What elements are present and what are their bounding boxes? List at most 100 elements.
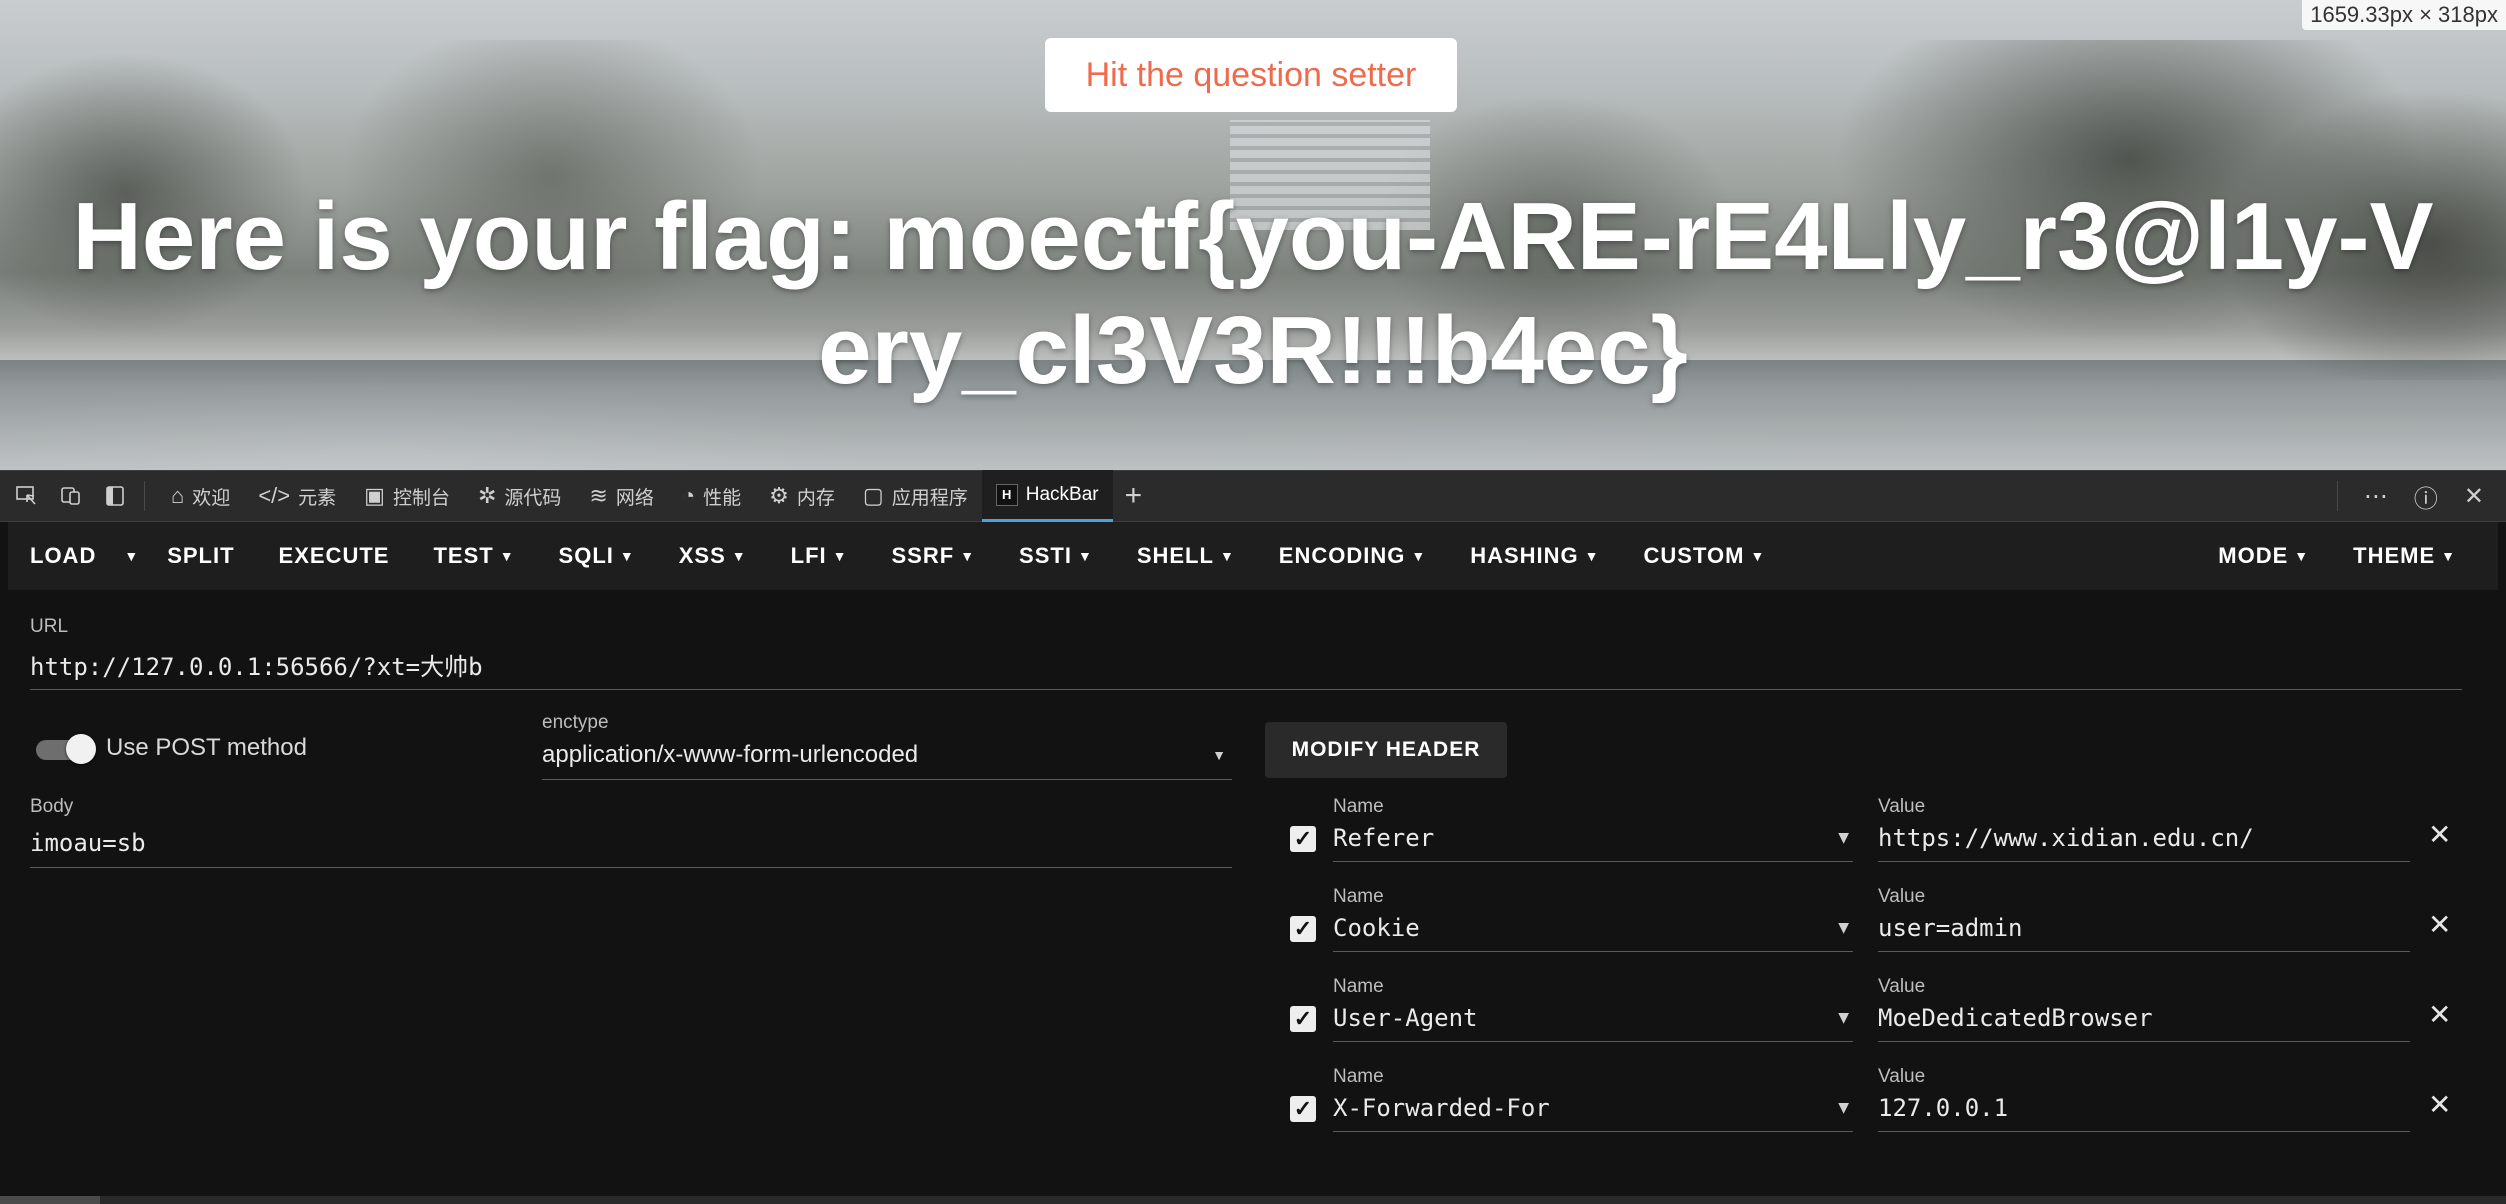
gauge-icon: ◔ bbox=[681, 483, 696, 508]
header-enabled-checkbox[interactable]: ✓ bbox=[1290, 1096, 1316, 1122]
tab-welcome[interactable]: ⌂ 欢迎 bbox=[157, 470, 244, 522]
menu-execute[interactable]: EXECUTE bbox=[257, 522, 412, 590]
modify-header-button[interactable]: MODIFY HEADER bbox=[1265, 722, 1507, 778]
caret-down-icon: ▼ bbox=[1212, 746, 1226, 763]
tab-performance[interactable]: ◔ 性能 bbox=[668, 470, 755, 522]
remove-header-icon[interactable]: ✕ bbox=[2428, 818, 2451, 851]
header-value-input[interactable]: https://www.xidian.edu.cn/ bbox=[1878, 820, 2410, 862]
tab-console[interactable]: ▣ 控制台 bbox=[350, 470, 464, 522]
menu-right-group: MODE ▼ THEME ▼ bbox=[2196, 522, 2498, 590]
help-icon[interactable]: ⓘ bbox=[2414, 479, 2438, 514]
menu-custom[interactable]: CUSTOM ▼ bbox=[1622, 522, 1788, 590]
menu-test[interactable]: TEST ▼ bbox=[411, 522, 536, 590]
horizontal-scrollbar[interactable] bbox=[0, 1196, 2506, 1204]
menu-xss[interactable]: XSS ▼ bbox=[657, 522, 769, 590]
header-name-label: Name bbox=[1333, 1066, 1384, 1087]
hit-question-setter-button[interactable]: Hit the question setter bbox=[1045, 38, 1457, 112]
load-dropdown-toggle[interactable]: ▼ bbox=[118, 522, 145, 590]
caret-down-icon: ▼ bbox=[499, 548, 515, 564]
tab-hackbar[interactable]: H HackBar bbox=[981, 470, 1113, 522]
menu-encoding[interactable]: ENCODING ▼ bbox=[1257, 522, 1448, 590]
caret-down-icon: ▼ bbox=[1750, 548, 1766, 564]
bug-icon: ✲ bbox=[477, 483, 497, 508]
tab-elements[interactable]: </> 元素 bbox=[244, 470, 350, 522]
page-viewport: Hit the question setter Here is your fla… bbox=[0, 0, 2506, 470]
header-value-text: 127.0.0.1 bbox=[1878, 1093, 2009, 1122]
menu-label: SHELL bbox=[1136, 543, 1214, 568]
menu-label: THEME bbox=[2353, 543, 2436, 568]
menu-shell[interactable]: SHELL ▼ bbox=[1115, 522, 1257, 590]
add-tab-icon[interactable]: + bbox=[1125, 479, 1143, 513]
header-name-select[interactable]: User-Agent ▼ bbox=[1333, 1000, 1853, 1042]
device-emulation-icon[interactable] bbox=[54, 479, 88, 513]
menu-label: XSS bbox=[678, 543, 726, 568]
header-value-label: Value bbox=[1878, 886, 1926, 907]
remove-header-icon[interactable]: ✕ bbox=[2428, 908, 2451, 941]
scrollbar-thumb[interactable] bbox=[0, 1196, 100, 1204]
menu-load[interactable]: LOAD bbox=[8, 522, 118, 590]
menu-split[interactable]: SPLIT bbox=[145, 522, 256, 590]
console-icon: ▣ bbox=[364, 483, 385, 508]
menu-theme[interactable]: THEME ▼ bbox=[2331, 522, 2478, 590]
header-enabled-checkbox[interactable]: ✓ bbox=[1290, 916, 1316, 942]
menu-label: LFI bbox=[790, 543, 827, 568]
menu-ssrf[interactable]: SSRF ▼ bbox=[870, 522, 998, 590]
caret-down-icon: ▼ bbox=[1411, 548, 1427, 564]
header-value-input[interactable]: user=admin bbox=[1878, 910, 2410, 952]
header-value-text: MoeDedicatedBrowser bbox=[1878, 1003, 2153, 1032]
post-method-toggle[interactable] bbox=[32, 734, 96, 764]
caret-down-icon: ▼ bbox=[1838, 1009, 1849, 1026]
menu-label: EXECUTE bbox=[278, 543, 390, 568]
tab-label: 元素 bbox=[298, 487, 337, 509]
tab-sources[interactable]: ✲ 源代码 bbox=[464, 470, 575, 522]
menu-label: CUSTOM bbox=[1643, 543, 1745, 568]
header-name-label: Name bbox=[1333, 886, 1384, 907]
caret-down-icon: ▼ bbox=[124, 548, 140, 564]
body-input[interactable] bbox=[30, 826, 1232, 868]
toolbar-divider bbox=[2336, 481, 2338, 511]
menu-label: MODE bbox=[2218, 543, 2289, 568]
tab-label: 网络 bbox=[615, 487, 654, 509]
menu-hashing[interactable]: HASHING ▼ bbox=[1448, 522, 1621, 590]
close-icon[interactable]: ✕ bbox=[2464, 482, 2484, 511]
menu-label: TEST bbox=[433, 543, 494, 568]
menu-label: LOAD bbox=[30, 543, 97, 568]
header-enabled-checkbox[interactable]: ✓ bbox=[1290, 826, 1316, 852]
menu-lfi[interactable]: LFI ▼ bbox=[769, 522, 870, 590]
header-value-text: user=admin bbox=[1878, 913, 2023, 942]
header-name-select[interactable]: X-Forwarded-For ▼ bbox=[1333, 1090, 1853, 1132]
menu-label: SPLIT bbox=[167, 543, 235, 568]
dock-panel-icon[interactable] bbox=[98, 479, 132, 513]
caret-down-icon: ▼ bbox=[2441, 548, 2456, 564]
tab-label: 控制台 bbox=[392, 487, 450, 509]
menu-label: SSRF bbox=[891, 543, 955, 568]
menu-ssti[interactable]: SSTI ▼ bbox=[997, 522, 1115, 590]
wifi-icon: ≋ bbox=[589, 483, 608, 508]
header-name-select[interactable]: Referer ▼ bbox=[1333, 820, 1853, 862]
hackbar-icon: H bbox=[995, 483, 1018, 506]
tab-network[interactable]: ≋ 网络 bbox=[575, 470, 667, 522]
header-enabled-checkbox[interactable]: ✓ bbox=[1290, 1006, 1316, 1032]
url-input[interactable] bbox=[30, 648, 2462, 690]
enctype-select[interactable]: application/x-www-form-urlencoded ▼ bbox=[542, 736, 1232, 780]
caret-down-icon: ▼ bbox=[1584, 548, 1600, 564]
tab-memory[interactable]: ⚙ 内存 bbox=[755, 470, 849, 522]
header-name-select[interactable]: Cookie ▼ bbox=[1333, 910, 1853, 952]
header-row: ✓ Name Cookie ▼ Value user=admin ✕ bbox=[1278, 886, 2478, 970]
caret-down-icon: ▼ bbox=[2294, 548, 2310, 564]
hackbar-menu-bar: LOAD ▼ SPLIT EXECUTE TEST ▼ SQLI ▼ XSS ▼ LF… bbox=[8, 522, 2498, 590]
devtools-tab-bar: ⌂ 欢迎 </> 元素 ▣ 控制台 ✲ 源代码 ≋ 网络 ◔ 性能 ⚙ 内存 ▢… bbox=[0, 470, 2506, 522]
menu-sqli[interactable]: SQLI ▼ bbox=[537, 522, 657, 590]
remove-header-icon[interactable]: ✕ bbox=[2428, 1088, 2451, 1121]
more-icon[interactable]: ⋯ bbox=[2364, 482, 2388, 511]
enctype-label: enctype bbox=[542, 712, 609, 733]
tab-label: 应用程序 bbox=[891, 487, 968, 509]
remove-header-icon[interactable]: ✕ bbox=[2428, 998, 2451, 1031]
header-value-input[interactable]: 127.0.0.1 bbox=[1878, 1090, 2410, 1132]
header-value-input[interactable]: MoeDedicatedBrowser bbox=[1878, 1000, 2410, 1042]
chip-icon: ⚙ bbox=[769, 483, 789, 508]
inspect-icon[interactable] bbox=[10, 479, 44, 513]
tab-application[interactable]: ▢ 应用程序 bbox=[849, 470, 982, 522]
header-value-label: Value bbox=[1878, 796, 1926, 817]
menu-mode[interactable]: MODE ▼ bbox=[2196, 522, 2331, 590]
